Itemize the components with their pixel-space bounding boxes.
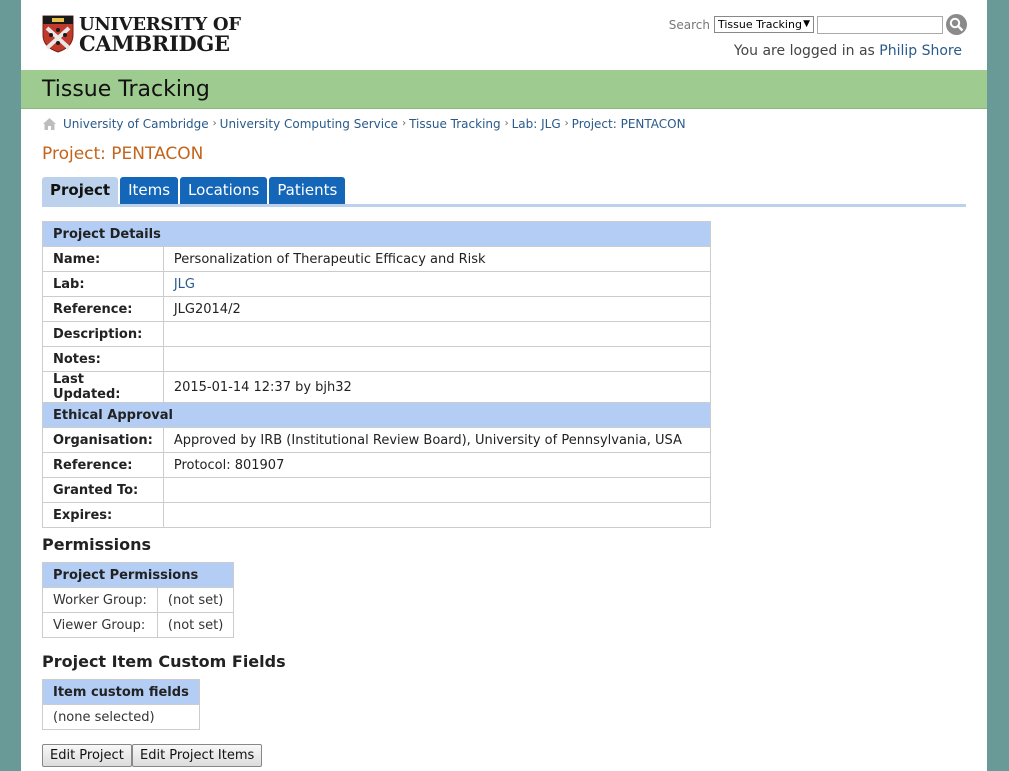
last-updated-label: Last Updated: bbox=[42, 371, 164, 403]
table-row: Notes: bbox=[42, 346, 712, 372]
lab-link[interactable]: JLG bbox=[174, 277, 195, 292]
name-value: Personalization of Therapeutic Efficacy … bbox=[162, 246, 712, 272]
search-button[interactable] bbox=[946, 14, 967, 35]
search-area: Search Tissue Tracking ▼ bbox=[669, 14, 967, 35]
granted-to-label: Granted To: bbox=[42, 477, 164, 503]
worker-group-label: Worker Group: bbox=[42, 587, 158, 613]
lab-label: Lab: bbox=[42, 271, 164, 297]
table-row: Description: bbox=[42, 321, 712, 347]
home-icon[interactable] bbox=[42, 116, 57, 131]
reference-label: Reference: bbox=[42, 296, 164, 322]
logo-line2: CAMBRIDGE bbox=[79, 31, 230, 56]
table-row: Last Updated: 2015-01-14 12:37 by bjh32 bbox=[42, 371, 712, 403]
granted-to-value bbox=[162, 477, 712, 503]
lab-value-cell: JLG bbox=[162, 271, 712, 297]
page-title: Project: PENTACON bbox=[42, 144, 204, 164]
university-logo[interactable]: UNIVERSITY OF CAMBRIDGE bbox=[42, 15, 241, 56]
search-scope-select[interactable]: Tissue Tracking ▼ bbox=[714, 16, 814, 33]
tab-items[interactable]: Items bbox=[120, 177, 179, 204]
breadcrumb-lab[interactable]: Lab: JLG bbox=[512, 117, 561, 131]
project-details-heading: Project Details bbox=[42, 221, 711, 247]
user-name-link[interactable]: Philip Shore bbox=[879, 43, 962, 59]
logo-text: UNIVERSITY OF CAMBRIDGE bbox=[79, 15, 241, 56]
site-title[interactable]: Tissue Tracking bbox=[42, 77, 210, 102]
approval-reference-value: Protocol: 801907 bbox=[162, 452, 712, 478]
project-permissions-heading: Project Permissions bbox=[41, 562, 235, 588]
permissions-heading: Permissions bbox=[42, 535, 152, 554]
chevron-right-icon: › bbox=[504, 118, 509, 129]
description-value bbox=[162, 321, 712, 347]
search-input[interactable] bbox=[817, 15, 943, 34]
tab-patients[interactable]: Patients bbox=[269, 177, 346, 204]
table-row: (none selected) bbox=[42, 704, 200, 730]
description-label: Description: bbox=[42, 321, 164, 347]
table-row: Reference: JLG2014/2 bbox=[42, 296, 712, 322]
worker-group-value: (not set) bbox=[156, 587, 235, 613]
breadcrumb-project[interactable]: Project: PENTACON bbox=[572, 117, 686, 131]
tab-underline bbox=[42, 204, 966, 207]
last-updated-value: 2015-01-14 12:37 by bjh32 bbox=[162, 371, 712, 403]
page: UNIVERSITY OF CAMBRIDGE Search Tissue Tr… bbox=[21, 0, 987, 771]
custom-fields-value: (none selected) bbox=[42, 704, 200, 730]
notes-value bbox=[162, 346, 712, 372]
table-row: Worker Group: (not set) bbox=[42, 587, 235, 613]
permissions-table: Project Permissions Worker Group: (not s… bbox=[41, 562, 235, 638]
approval-reference-label: Reference: bbox=[42, 452, 164, 478]
cambridge-shield-icon bbox=[42, 15, 74, 53]
table-row: Organisation: Approved by IRB (Instituti… bbox=[42, 427, 712, 453]
search-scope-value: Tissue Tracking bbox=[718, 18, 802, 31]
search-label: Search bbox=[668, 17, 710, 32]
dropdown-arrow-icon: ▼ bbox=[803, 19, 810, 29]
tab-bar: Project Items Locations Patients bbox=[42, 177, 347, 204]
ethical-approval-heading: Ethical Approval bbox=[42, 402, 711, 428]
chevron-right-icon: › bbox=[212, 118, 217, 129]
table-row: Granted To: bbox=[42, 477, 712, 503]
chevron-right-icon: › bbox=[564, 118, 569, 129]
breadcrumb-university[interactable]: University of Cambridge bbox=[63, 117, 209, 131]
breadcrumb-computing-service[interactable]: University Computing Service bbox=[220, 117, 398, 131]
organisation-value: Approved by IRB (Institutional Review Bo… bbox=[162, 427, 712, 453]
notes-label: Notes: bbox=[42, 346, 164, 372]
expires-label: Expires: bbox=[42, 502, 164, 528]
table-row: Lab: JLG bbox=[42, 271, 712, 297]
magnifier-icon bbox=[949, 17, 964, 32]
table-row: Expires: bbox=[42, 502, 712, 528]
tab-locations[interactable]: Locations bbox=[180, 177, 268, 204]
item-custom-fields-heading: Item custom fields bbox=[42, 679, 200, 705]
custom-fields-table: Item custom fields (none selected) bbox=[42, 679, 200, 730]
viewer-group-value: (not set) bbox=[156, 612, 235, 638]
login-status: You are logged in as Philip Shore bbox=[734, 43, 962, 59]
name-label: Name: bbox=[42, 246, 164, 272]
edit-project-button[interactable]: Edit Project bbox=[42, 744, 132, 767]
custom-fields-heading: Project Item Custom Fields bbox=[42, 652, 286, 671]
login-prefix: You are logged in as bbox=[733, 43, 875, 59]
viewer-group-label: Viewer Group: bbox=[42, 612, 158, 638]
breadcrumb-tissue-tracking[interactable]: Tissue Tracking bbox=[409, 117, 501, 131]
table-row: Name: Personalization of Therapeutic Eff… bbox=[42, 246, 712, 272]
chevron-right-icon: › bbox=[402, 118, 407, 129]
reference-value: JLG2014/2 bbox=[162, 296, 712, 322]
organisation-label: Organisation: bbox=[42, 427, 164, 453]
header: UNIVERSITY OF CAMBRIDGE Search Tissue Tr… bbox=[21, 0, 987, 70]
tab-project[interactable]: Project bbox=[42, 177, 119, 204]
project-details-table: Project Details Name: Personalization of… bbox=[42, 221, 712, 528]
edit-project-items-button[interactable]: Edit Project Items bbox=[132, 744, 263, 767]
title-bar: Tissue Tracking bbox=[21, 70, 987, 109]
expires-value bbox=[162, 502, 712, 528]
table-row: Viewer Group: (not set) bbox=[42, 612, 235, 638]
breadcrumb: University of Cambridge › University Com… bbox=[42, 116, 686, 131]
table-row: Reference: Protocol: 801907 bbox=[42, 452, 712, 478]
